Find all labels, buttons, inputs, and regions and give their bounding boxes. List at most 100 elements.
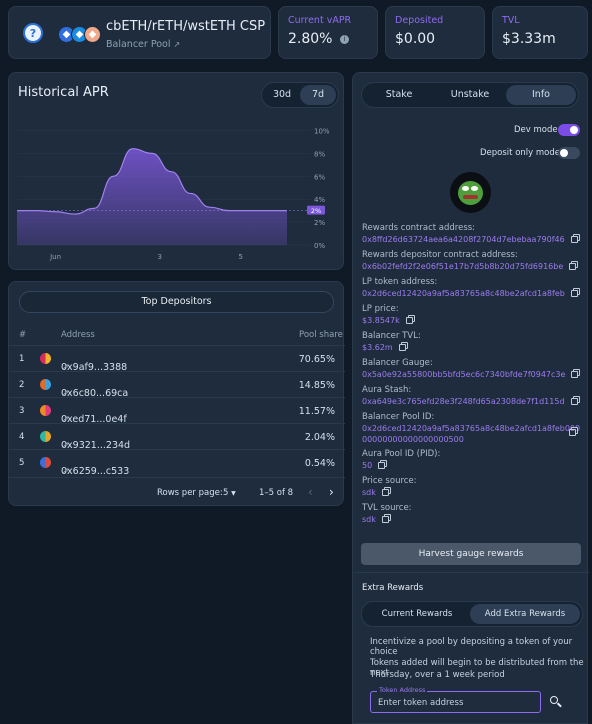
pool-id-line2[interactable]: 00000000000000000500 [362,435,464,444]
lp-price-label: LP price: [362,304,399,314]
row-share: 0.54% [304,458,335,469]
table-row: 4 0x9321...234d ↗ 2.04% [9,423,345,451]
aura-pid-label: Aura Pool ID (PID): [362,449,441,459]
rewards-depositor-row: 0x6b02fefd2f2e06f51e17b7d5b8b20d75fd6916… [362,262,577,271]
copy-icon[interactable] [570,398,578,405]
col-rank-header: # [19,330,27,340]
gauge-value[interactable]: 0x5a0e92a55800bb5bfd5ec6c7340bfde7f0947c… [362,370,565,379]
x-tick-label: 5 [238,253,242,261]
historical-apr-card: Historical APR 30d 7d 10% 8% 6% 4% 2% 0% 2% Jun… [8,72,344,270]
range-30d-button[interactable]: 30d [264,85,300,105]
pool-subtitle-link[interactable]: Balancer Pool ↗ [106,39,180,50]
tvl-source-row: sdk [362,515,389,524]
row-rank: 1 [19,354,25,364]
current-vapr-number: 2.80% [288,31,333,47]
prev-page-icon[interactable]: ‹ [308,485,313,499]
pool-info-panel: Stake Unstake Info Dev mode Deposit only… [352,72,589,724]
lp-token-label: LP token address: [362,277,438,287]
apr-area [17,148,287,245]
gauge-row: 0x5a0e92a55800bb5bfd5ec6c7340bfde7f0947c… [362,370,579,379]
rewards-depositor-value[interactable]: 0x6b02fefd2f2e06f51e17b7d5b8b20d75fd6916… [362,262,563,271]
pool-header-card: ? ◆ ◆ ◆ cbETH/rETH/wstETH CSP Balancer P… [8,6,271,59]
row-address: 0x6259...c533 [61,466,130,477]
next-page-icon[interactable]: › [329,485,334,499]
aura-stash-row: 0xa649e3c765efd28e3f248fd65a2308de7f1d11… [362,397,578,406]
range-7d-button[interactable]: 7d [300,85,336,105]
pagination-range: 1–5 of 8 [259,488,294,498]
lp-token-value[interactable]: 0x2d6ced12420a9af5a83765a8c48be2afcd1a8f… [362,289,565,298]
token-address-input[interactable] [378,696,533,709]
tab-stake[interactable]: Stake [364,85,434,105]
wsteth-token-icon: ◆ [84,26,101,43]
tab-info[interactable]: Info [506,85,576,105]
copy-icon[interactable] [570,290,578,297]
tab-add-extra-rewards[interactable]: Add Extra Rewards [470,604,580,624]
harvest-gauge-rewards-button[interactable]: Harvest gauge rewards [361,543,581,565]
aura-stash-value[interactable]: 0xa649e3c765efd28e3f248fd65a2308de7f1d11… [362,397,565,406]
row-share: 11.57% [298,406,335,417]
external-link-icon: ↗ [173,40,181,49]
row-rank: 2 [19,380,25,390]
balancer-tvl-label: Balancer TVL: [362,331,421,341]
dev-mode-label: Dev mode [514,125,558,135]
copy-icon[interactable] [570,236,578,243]
copy-icon[interactable] [405,317,413,324]
gauge-label: Balancer Gauge: [362,358,433,368]
token-address-field[interactable]: Token Address [370,686,541,713]
rows-per-page-label: Rows per page: [157,488,223,498]
balancer-tvl-value: $3.62m [362,343,393,352]
row-share: 14.85% [298,380,335,391]
pool-id-line1[interactable]: 0x2d6ced12420a9af5a83765a8c48be2afcd1a8f… [362,424,580,433]
copy-icon[interactable] [381,489,389,496]
balancer-tvl-row: $3.62m [362,343,406,352]
lp-price-row: $3.8547k [362,316,413,325]
copy-icon[interactable] [569,263,577,270]
current-vapr-label: Current vAPR [288,15,352,26]
y-tick-label: 4% [314,196,325,204]
deposit-only-label: Deposit only mode [480,148,560,158]
lp-price-value: $3.8547k [362,316,400,325]
extra-rewards-tabs: Current Rewards Add Extra Rewards [361,601,583,627]
range-selector: 30d 7d [261,82,339,108]
row-rank: 3 [19,406,25,416]
tab-current-rewards[interactable]: Current Rewards [364,604,470,624]
pool-avatar-icon [450,172,491,213]
copy-icon[interactable] [381,516,389,523]
x-tick-label: 3 [157,253,161,261]
price-source-row: sdk [362,488,389,497]
pool-name: cbETH/rETH/wstETH CSP [106,19,266,34]
row-share: 70.65% [298,354,335,365]
deposited-label: Deposited [395,15,444,26]
current-vapr-value: 2.80% i [288,31,349,47]
top-depositors-button[interactable]: Top Depositors [19,291,334,313]
info-icon[interactable]: i [339,35,349,44]
lp-token-row: 0x2d6ced12420a9af5a83765a8c48be2afcd1a8f… [362,289,578,298]
row-rank: 5 [19,458,25,468]
y-tick-label: 0% [314,242,325,250]
dev-mode-toggle[interactable] [558,124,580,136]
rewards-contract-label: Rewards contract address: [362,223,476,233]
extra-rewards-schedule-line2: Thursday, over a 1 week period [370,670,505,680]
aura-pid-value: 50 [362,461,373,470]
copy-icon[interactable] [569,429,576,436]
copy-icon[interactable] [398,344,406,351]
y-tick-label: 10% [314,127,330,135]
tab-unstake[interactable]: Unstake [434,85,506,105]
token-address-label: Token Address [377,686,428,694]
apr-chart: 10% 8% 6% 4% 2% 0% 2% Jun 3 5 [16,127,330,261]
copy-icon[interactable] [378,462,386,469]
deposit-only-toggle[interactable] [558,147,580,159]
rows-per-page-value: 5 [223,488,229,498]
current-value-label: 2% [311,207,321,215]
depositor-avatar [40,457,51,468]
rows-per-page-select[interactable]: 5 ▼ [223,488,236,498]
pool-subtitle: Balancer Pool [106,39,171,50]
copy-icon[interactable] [571,371,579,378]
col-share-header: Pool share [299,330,343,340]
aura-pid-row: 50 [362,461,386,470]
col-address-header: Address [61,330,95,340]
rewards-contract-value[interactable]: 0x8ffd26d63724aea6a4208f2704d7ebebaa790f… [362,235,565,244]
depositor-avatar [40,379,51,390]
tvl-label: TVL [502,15,520,26]
search-icon[interactable] [550,696,562,708]
